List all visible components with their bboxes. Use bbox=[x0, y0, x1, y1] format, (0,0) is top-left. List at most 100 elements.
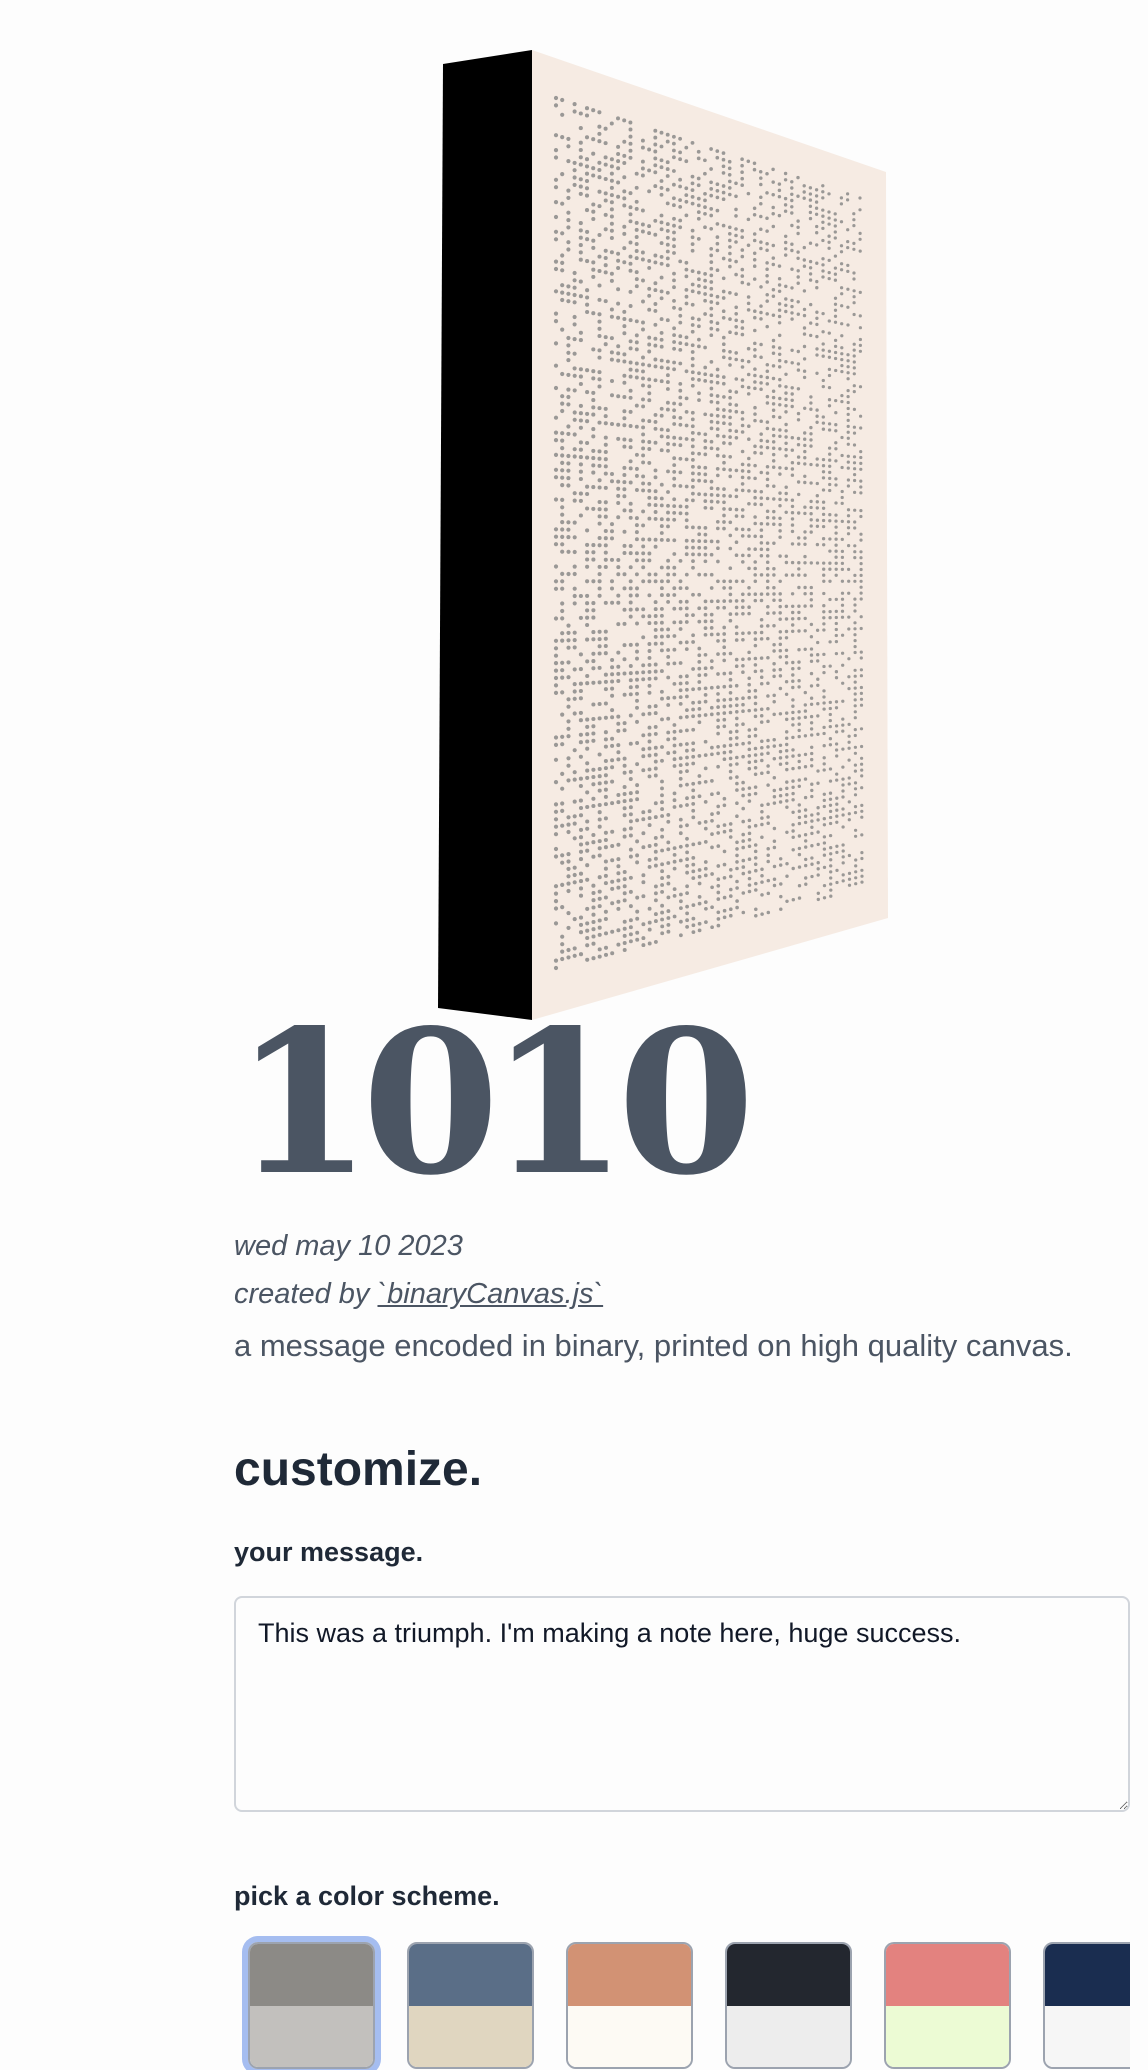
binary-dot bbox=[828, 609, 832, 614]
binary-dot bbox=[610, 858, 615, 863]
binary-dot bbox=[797, 778, 801, 782]
binary-dot bbox=[778, 522, 782, 527]
binary-dot bbox=[709, 619, 714, 624]
binary-dot bbox=[578, 886, 584, 891]
binary-dot bbox=[653, 600, 658, 605]
binary-dot bbox=[740, 280, 745, 285]
binary-dot bbox=[847, 579, 851, 583]
binary-dot bbox=[641, 810, 646, 815]
binary-dot bbox=[853, 573, 857, 578]
binary-dot bbox=[754, 888, 758, 892]
binary-dot bbox=[703, 666, 708, 671]
binary-dot bbox=[641, 481, 646, 486]
binary-dot bbox=[759, 182, 763, 187]
binary-dot bbox=[572, 682, 577, 687]
binary-dot bbox=[591, 579, 596, 584]
color-scheme-swatch[interactable] bbox=[884, 1942, 1011, 2069]
binary-dot bbox=[815, 371, 819, 375]
binary-dot bbox=[553, 266, 559, 272]
binary-dot bbox=[709, 479, 714, 484]
color-scheme-swatch[interactable] bbox=[1043, 1942, 1130, 2069]
binary-dot bbox=[691, 795, 696, 800]
binary-dot bbox=[852, 490, 857, 495]
binary-dot bbox=[816, 861, 820, 865]
color-scheme-swatch[interactable] bbox=[407, 1942, 534, 2069]
binary-dot bbox=[853, 650, 857, 655]
credit-link[interactable]: `binaryCanvas.js` bbox=[377, 1278, 603, 1310]
binary-dot bbox=[852, 366, 856, 370]
binary-dot bbox=[734, 625, 739, 629]
binary-dot bbox=[678, 783, 683, 788]
binary-dot bbox=[834, 555, 838, 559]
binary-dot bbox=[777, 358, 782, 363]
binary-dot bbox=[791, 710, 795, 715]
binary-dot bbox=[603, 758, 608, 764]
binary-dot bbox=[603, 679, 608, 684]
binary-dot bbox=[665, 187, 670, 192]
binary-dot bbox=[665, 428, 670, 433]
binary-dot bbox=[715, 241, 720, 246]
binary-dot bbox=[560, 512, 565, 517]
binary-dot bbox=[814, 194, 819, 198]
binary-dot bbox=[722, 796, 727, 801]
binary-dot bbox=[616, 436, 621, 441]
binary-dot bbox=[846, 365, 850, 369]
binary-dot bbox=[746, 159, 751, 164]
binary-dot bbox=[804, 857, 808, 862]
binary-dot bbox=[647, 460, 652, 465]
binary-dot bbox=[666, 524, 670, 529]
binary-dot bbox=[785, 861, 789, 866]
binary-dot bbox=[610, 708, 615, 713]
binary-dot bbox=[828, 482, 832, 487]
binary-dot bbox=[610, 951, 615, 956]
binary-dot bbox=[653, 669, 658, 674]
color-scheme-swatch[interactable] bbox=[725, 1942, 852, 2069]
binary-dot bbox=[846, 514, 851, 518]
binary-dot bbox=[804, 876, 808, 880]
binary-dot bbox=[659, 413, 664, 418]
binary-dot bbox=[647, 258, 652, 263]
binary-dot bbox=[560, 616, 565, 621]
binary-dot bbox=[783, 178, 788, 182]
binary-dot bbox=[734, 331, 738, 336]
binary-dot bbox=[765, 394, 770, 399]
binary-dot bbox=[691, 761, 696, 766]
binary-dot bbox=[610, 672, 615, 677]
binary-dot bbox=[715, 149, 720, 153]
binary-dot bbox=[641, 369, 645, 374]
color-scheme-swatch[interactable] bbox=[248, 1942, 375, 2069]
binary-dot bbox=[846, 436, 850, 440]
binary-dot bbox=[853, 727, 857, 732]
binary-dot bbox=[809, 462, 813, 467]
binary-dot bbox=[753, 579, 758, 584]
binary-dot bbox=[853, 603, 857, 607]
binary-dot bbox=[833, 266, 838, 270]
binary-dot bbox=[671, 182, 676, 187]
binary-dot bbox=[815, 279, 819, 284]
binary-dot bbox=[690, 195, 695, 199]
binary-dot bbox=[771, 402, 776, 406]
binary-dot bbox=[572, 836, 577, 841]
binary-dot bbox=[578, 952, 584, 957]
binary-dot bbox=[753, 463, 757, 468]
binary-dot bbox=[666, 861, 671, 865]
binary-dot bbox=[672, 333, 677, 338]
binary-dot bbox=[678, 804, 683, 808]
binary-dot bbox=[852, 407, 857, 412]
binary-dot bbox=[847, 800, 851, 804]
binary-dot bbox=[628, 904, 633, 909]
message-input[interactable]: This was a triumph. I'm making a note he… bbox=[234, 1596, 1130, 1812]
binary-dot bbox=[678, 599, 683, 604]
binary-dot bbox=[597, 853, 602, 858]
color-scheme-swatch[interactable] bbox=[566, 1942, 693, 2069]
binary-dot bbox=[628, 205, 633, 210]
binary-dot bbox=[846, 418, 850, 423]
binary-dot bbox=[735, 781, 739, 786]
binary-dot bbox=[634, 466, 639, 471]
binary-dot bbox=[691, 808, 696, 813]
binary-dot bbox=[814, 200, 819, 204]
binary-dot bbox=[609, 207, 614, 212]
binary-dot bbox=[822, 695, 826, 699]
binary-dot bbox=[833, 212, 837, 216]
binary-dot bbox=[553, 891, 559, 896]
